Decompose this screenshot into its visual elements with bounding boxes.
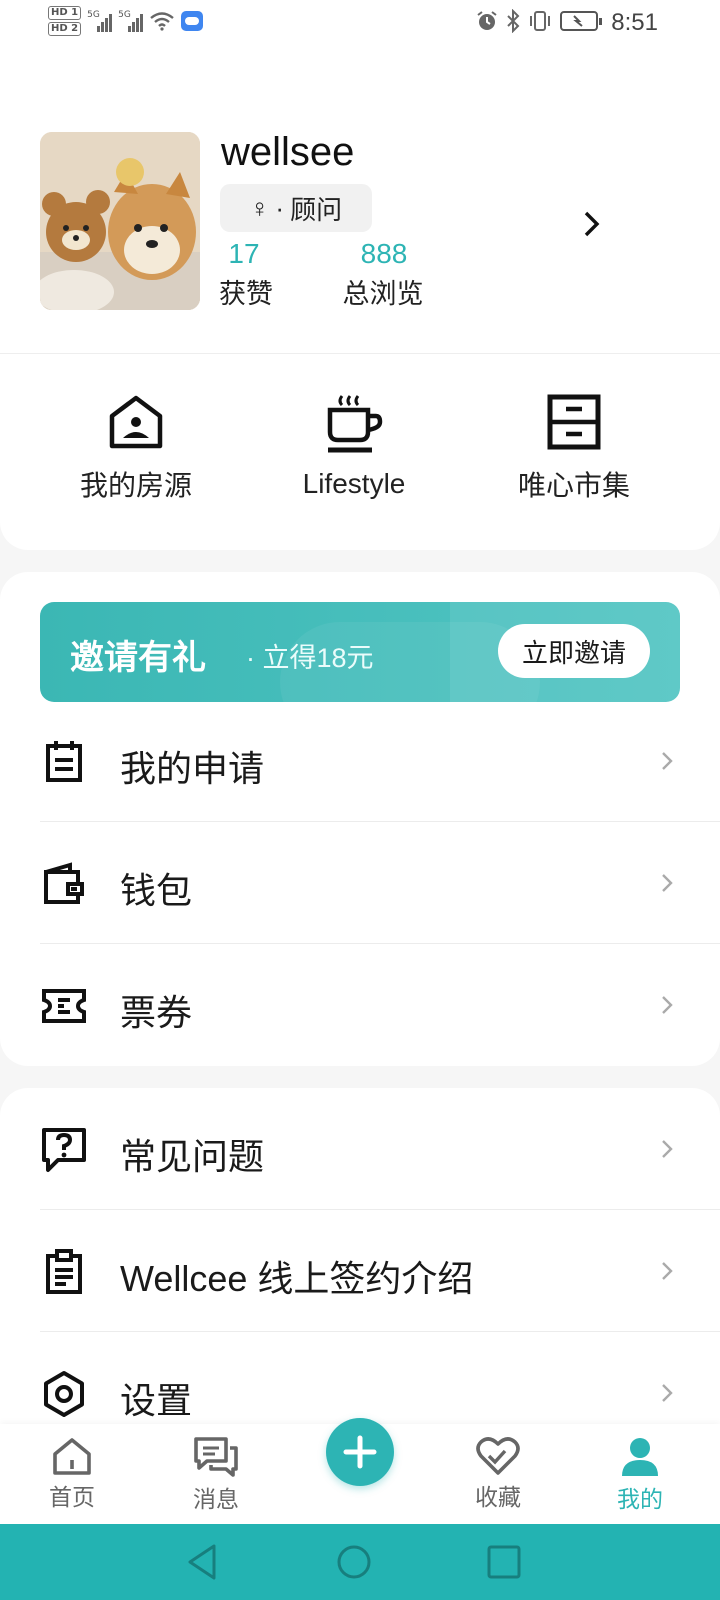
status-bar: HD 1 HD 2 5G 5G 8:51 xyxy=(0,0,720,46)
menu-item-label: 钱包 xyxy=(120,870,193,911)
wallet-icon xyxy=(44,862,84,904)
cabinet-icon xyxy=(547,394,601,450)
invite-now-button[interactable]: 立即邀请 xyxy=(498,624,650,678)
menu-item-tickets[interactable]: 票券 xyxy=(0,944,720,1066)
question-chat-icon xyxy=(42,1128,86,1172)
gender-icon: ♀ xyxy=(249,192,270,223)
shortcut-lifestyle[interactable]: Lifestyle xyxy=(254,394,454,500)
shortcut-label: 唯心市集 xyxy=(517,470,630,501)
signal-icon: 5G xyxy=(87,10,113,32)
bluetooth-icon xyxy=(507,9,520,33)
home-button-icon[interactable] xyxy=(334,1542,374,1582)
role-separator: · xyxy=(275,192,285,223)
nav-label: 我的 xyxy=(617,1486,663,1512)
menu-card-secondary: 常见问题 Wellcee 线上签约介绍 设置 xyxy=(0,1088,720,1428)
alarm-icon xyxy=(477,11,497,30)
plus-icon xyxy=(343,1435,377,1469)
sim1-badge: HD 1 xyxy=(48,6,82,20)
menu-item-label: 我的申请 xyxy=(120,748,265,789)
settings-icon xyxy=(44,1371,84,1417)
avatar[interactable] xyxy=(40,132,200,310)
chevron-right-icon xyxy=(662,874,673,892)
likes-label: 获赞 xyxy=(219,279,273,309)
nav-label: 收藏 xyxy=(475,1484,521,1510)
wifi-icon xyxy=(150,12,174,31)
nav-home[interactable]: 首页 xyxy=(22,1436,122,1512)
menu-item-faq[interactable]: 常见问题 xyxy=(0,1088,720,1210)
nav-label: 首页 xyxy=(49,1484,95,1510)
status-left: HD 1 HD 2 5G 5G xyxy=(48,6,204,36)
back-icon[interactable] xyxy=(184,1542,224,1582)
nav-label: 消息 xyxy=(193,1486,239,1512)
status-icons xyxy=(476,9,602,33)
nav-favorites[interactable]: 收藏 xyxy=(448,1436,548,1512)
shortcut-label: Lifestyle xyxy=(302,468,406,499)
vibrate-icon xyxy=(530,11,550,31)
views-count: 888 xyxy=(360,238,408,269)
home-icon xyxy=(53,1438,91,1475)
menu-item-label: 票券 xyxy=(120,992,193,1033)
battery-icon xyxy=(560,11,602,31)
coffee-cup-icon xyxy=(327,395,383,453)
chevron-right-icon[interactable] xyxy=(578,204,606,244)
role-label: 顾问 xyxy=(290,194,343,225)
shortcut-panel: 我的房源 Lifestyle 唯心市集 xyxy=(0,354,720,550)
system-nav-bar xyxy=(0,1524,720,1600)
cloud-icon xyxy=(181,11,204,31)
username: wellsee xyxy=(221,130,355,174)
signal-icon: 5G xyxy=(118,10,144,32)
menu-item-label: 常见问题 xyxy=(120,1136,265,1177)
nav-profile[interactable]: 我的 xyxy=(590,1436,690,1514)
invite-subtitle: · 立得18元 xyxy=(246,643,374,673)
ticket-icon xyxy=(42,989,86,1023)
shortcut-label: 我的房源 xyxy=(79,470,192,501)
profile-header[interactable]: wellsee ♀ · 顾问 17 获赞 888 总浏览 xyxy=(0,46,720,354)
invite-title: 邀请有礼 xyxy=(70,639,206,677)
chevron-right-icon xyxy=(662,996,673,1014)
menu-item-online-signing[interactable]: Wellcee 线上签约介绍 xyxy=(0,1210,720,1332)
house-user-icon xyxy=(109,395,163,449)
menu-item-label: 设置 xyxy=(120,1380,193,1421)
recents-icon[interactable] xyxy=(484,1542,524,1582)
menu-item-label: Wellcee 线上签约介绍 xyxy=(120,1258,474,1299)
clock: 8:51 xyxy=(611,9,658,36)
shortcut-market[interactable]: 唯心市集 xyxy=(474,394,674,504)
chevron-right-icon xyxy=(662,752,673,770)
add-post-button[interactable] xyxy=(326,1418,394,1486)
sim2-badge: HD 2 xyxy=(48,22,82,36)
menu-item-wallet[interactable]: 钱包 xyxy=(0,822,720,944)
menu-item-applications[interactable]: 我的申请 xyxy=(0,700,720,822)
menu-item-settings[interactable]: 设置 xyxy=(0,1332,720,1428)
menu-card-primary: 邀请有礼 · 立得18元 立即邀请 我的申请 钱包 票券 xyxy=(0,572,720,1066)
chevron-right-icon xyxy=(662,1384,673,1402)
person-icon xyxy=(622,1438,658,1476)
chevron-right-icon xyxy=(662,1140,673,1158)
heart-icon xyxy=(476,1437,520,1475)
views-label: 总浏览 xyxy=(342,279,424,309)
message-icon xyxy=(194,1437,238,1477)
role-badge: ♀ · 顾问 xyxy=(220,184,372,232)
nav-messages[interactable]: 消息 xyxy=(166,1436,266,1514)
clipboard-icon xyxy=(46,1249,82,1294)
calendar-icon xyxy=(46,741,82,782)
invite-banner[interactable]: 邀请有礼 · 立得18元 立即邀请 xyxy=(40,602,680,702)
likes-count: 17 xyxy=(228,238,260,269)
chevron-right-icon xyxy=(662,1262,673,1280)
shortcut-my-listings[interactable]: 我的房源 xyxy=(36,394,236,504)
